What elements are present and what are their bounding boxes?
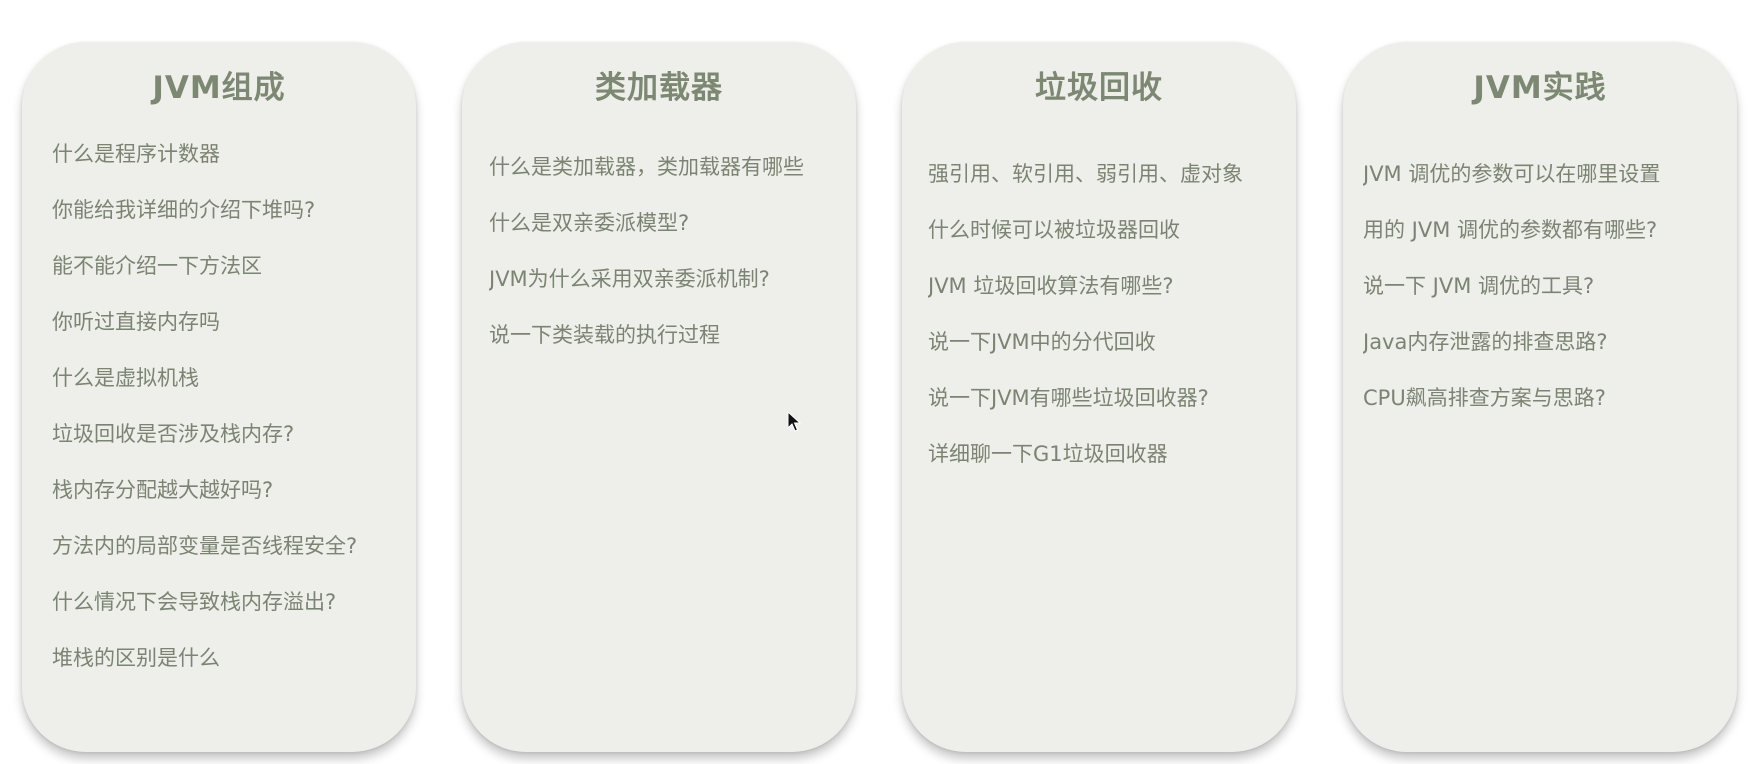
list-item[interactable]: JVM 垃圾回收算法有哪些? (928, 258, 1296, 314)
card-title: 垃圾回收 (1035, 70, 1163, 106)
list-item[interactable]: 什么是类加载器，类加载器有哪些 (489, 139, 856, 195)
question-list: 什么是程序计数器 你能给我详细的介绍下堆吗? 能不能介绍一下方法区 你听过直接内… (22, 126, 416, 686)
card-title: 类加载器 (595, 70, 723, 106)
list-item[interactable]: 说一下类装载的执行过程 (489, 307, 856, 363)
list-item[interactable]: 什么是程序计数器 (52, 126, 416, 182)
list-item[interactable]: 你能给我详细的介绍下堆吗? (52, 182, 416, 238)
question-list: 强引用、软引用、弱引用、虚对象 什么时候可以被垃圾器回收 JVM 垃圾回收算法有… (902, 146, 1296, 482)
list-item[interactable]: 说一下 JVM 调优的工具? (1363, 258, 1737, 314)
question-list: 什么是类加载器，类加载器有哪些 什么是双亲委派模型? JVM为什么采用双亲委派机… (462, 139, 856, 363)
list-item[interactable]: JVM 调优的参数可以在哪里设置 (1363, 146, 1737, 202)
list-item[interactable]: 垃圾回收是否涉及栈内存? (52, 406, 416, 462)
card-class-loader: 类加载器 什么是类加载器，类加载器有哪些 什么是双亲委派模型? JVM为什么采用… (462, 42, 856, 752)
list-item[interactable]: Java内存泄露的排查思路? (1363, 314, 1737, 370)
list-item[interactable]: 说一下JVM中的分代回收 (928, 314, 1296, 370)
list-item[interactable]: 你听过直接内存吗 (52, 294, 416, 350)
list-item[interactable]: 方法内的局部变量是否线程安全? (52, 518, 416, 574)
list-item[interactable]: 什么情况下会导致栈内存溢出? (52, 574, 416, 630)
list-item[interactable]: 详细聊一下G1垃圾回收器 (928, 426, 1296, 482)
card-jvm-practice: JVM实践 JVM 调优的参数可以在哪里设置 用的 JVM 调优的参数都有哪些?… (1343, 42, 1737, 752)
list-item[interactable]: 堆栈的区别是什么 (52, 630, 416, 686)
list-item[interactable]: 什么是虚拟机栈 (52, 350, 416, 406)
list-item[interactable]: 什么是双亲委派模型? (489, 195, 856, 251)
list-item[interactable]: 说一下JVM有哪些垃圾回收器? (928, 370, 1296, 426)
card-title: JVM实践 (1473, 70, 1607, 106)
card-garbage-collection: 垃圾回收 强引用、软引用、弱引用、虚对象 什么时候可以被垃圾器回收 JVM 垃圾… (902, 42, 1296, 752)
list-item[interactable]: 强引用、软引用、弱引用、虚对象 (928, 146, 1296, 202)
list-item[interactable]: 栈内存分配越大越好吗? (52, 462, 416, 518)
list-item[interactable]: 能不能介绍一下方法区 (52, 238, 416, 294)
mouse-pointer-icon (787, 411, 801, 432)
card-title: JVM组成 (152, 70, 286, 106)
list-item[interactable]: CPU飙高排查方案与思路? (1363, 370, 1737, 426)
list-item[interactable]: 什么时候可以被垃圾器回收 (928, 202, 1296, 258)
question-list: JVM 调优的参数可以在哪里设置 用的 JVM 调优的参数都有哪些? 说一下 J… (1343, 146, 1737, 426)
card-jvm-composition: JVM组成 什么是程序计数器 你能给我详细的介绍下堆吗? 能不能介绍一下方法区 … (22, 42, 416, 752)
list-item[interactable]: 用的 JVM 调优的参数都有哪些? (1363, 202, 1737, 258)
list-item[interactable]: JVM为什么采用双亲委派机制? (489, 251, 856, 307)
